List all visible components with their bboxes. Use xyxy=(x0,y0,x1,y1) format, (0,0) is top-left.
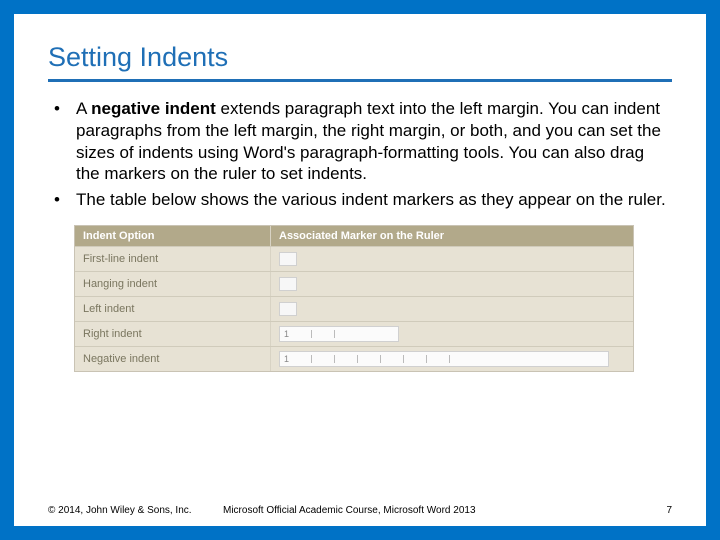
row-marker xyxy=(270,247,633,271)
table-header: Indent Option Associated Marker on the R… xyxy=(75,226,633,246)
table-row: Negative indent 1 xyxy=(75,346,633,371)
row-label: Right indent xyxy=(75,322,270,346)
row-label: Hanging indent xyxy=(75,272,270,296)
row-marker xyxy=(270,297,633,321)
bullet-item: A negative indent extends paragraph text… xyxy=(48,98,672,185)
bullet-text: The table below shows the various indent… xyxy=(76,190,666,209)
negative-indent-icon: 1 xyxy=(279,351,609,367)
footer-copyright: © 2014, John Wiley & Sons, Inc. xyxy=(48,505,223,516)
left-indent-icon xyxy=(279,302,297,316)
bullet-text-pre: A xyxy=(76,99,91,118)
first-line-indent-icon xyxy=(279,252,297,266)
hanging-indent-icon xyxy=(279,277,297,291)
table-row: Left indent xyxy=(75,296,633,321)
row-marker: 1 xyxy=(270,347,633,371)
slide: Setting Indents A negative indent extend… xyxy=(0,0,720,540)
right-indent-icon: 1 xyxy=(279,326,399,342)
row-label: Left indent xyxy=(75,297,270,321)
header-indent-option: Indent Option xyxy=(75,226,270,246)
row-marker: 1 xyxy=(270,322,633,346)
bullet-bold-term: negative indent xyxy=(91,99,216,118)
table-row: Right indent 1 xyxy=(75,321,633,346)
bullet-item: The table below shows the various indent… xyxy=(48,189,672,211)
indent-table: Indent Option Associated Marker on the R… xyxy=(74,225,634,372)
header-marker: Associated Marker on the Ruler xyxy=(270,226,633,246)
footer-course: Microsoft Official Academic Course, Micr… xyxy=(223,505,642,516)
table-row: Hanging indent xyxy=(75,271,633,296)
slide-title: Setting Indents xyxy=(48,42,672,82)
row-label: Negative indent xyxy=(75,347,270,371)
row-label: First-line indent xyxy=(75,247,270,271)
footer-page-number: 7 xyxy=(642,505,672,516)
footer: © 2014, John Wiley & Sons, Inc. Microsof… xyxy=(48,505,672,516)
table-row: First-line indent xyxy=(75,246,633,271)
row-marker xyxy=(270,272,633,296)
bullet-list: A negative indent extends paragraph text… xyxy=(48,98,672,211)
slide-inner: Setting Indents A negative indent extend… xyxy=(14,14,706,526)
